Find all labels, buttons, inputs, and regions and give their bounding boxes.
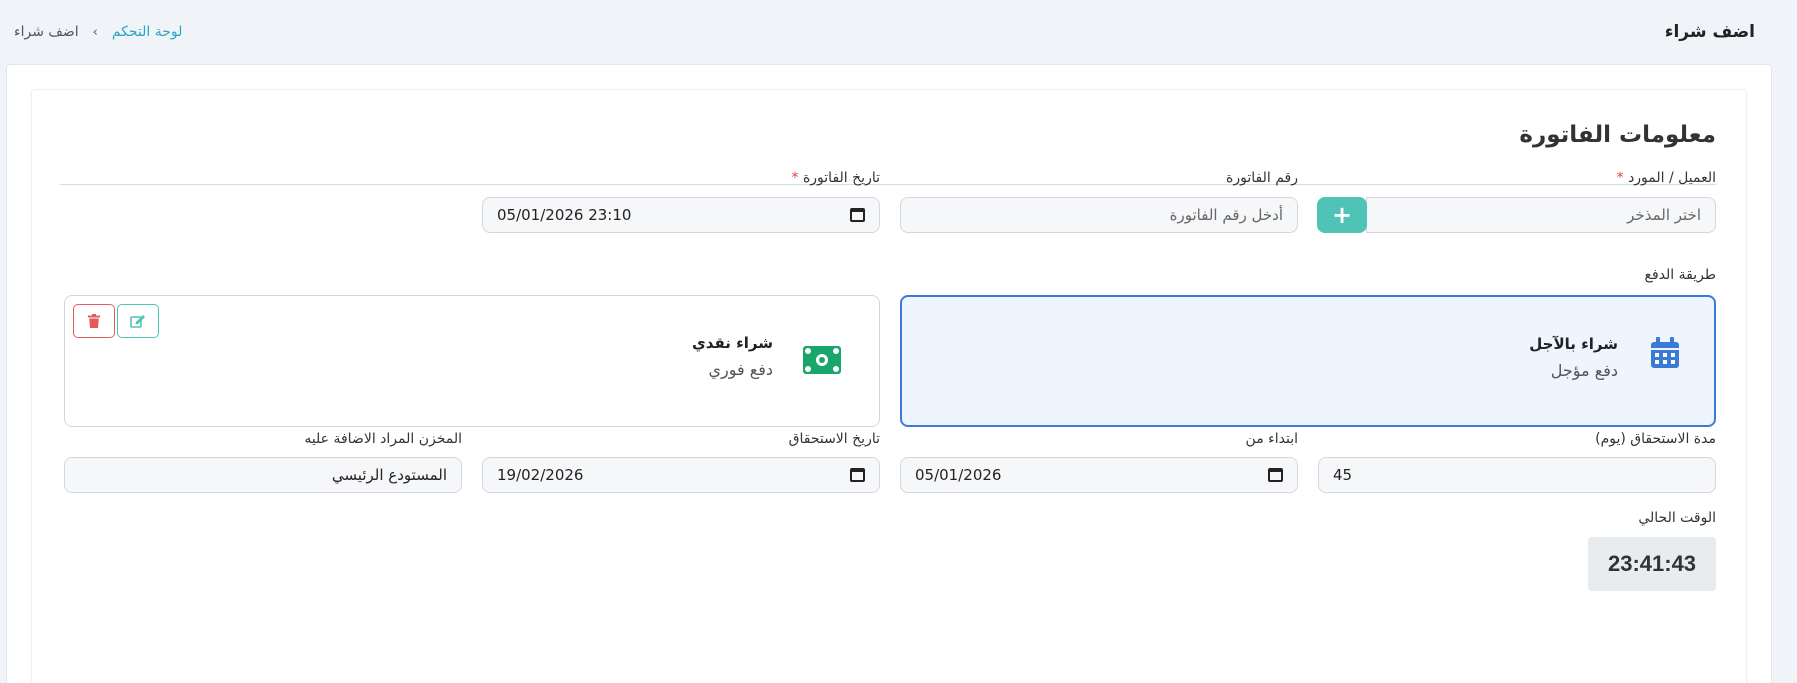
due-date-value: 19/02/2026 [497,466,584,484]
invoice-date-label-text: تاريخ الفاتورة [802,170,880,186]
edit-icon [130,315,145,328]
due-period-input[interactable]: 45 [1318,457,1716,493]
breadcrumb-current: اضف شراء [14,24,79,40]
due-date-input[interactable]: 19/02/2026 [482,457,880,493]
delete-button[interactable] [73,304,115,338]
required-mark: * [791,170,799,186]
trash-icon [88,314,100,328]
breadcrumb-home-link[interactable]: لوحة التحكم [112,24,183,40]
calendar-icon[interactable] [850,208,865,222]
invoice-number-label: رقم الفاتورة [1226,170,1298,186]
warehouse-label: المخزن المراد الاضافة عليه [304,431,462,447]
section-divider [60,184,1716,185]
due-date-label: تاريخ الاستحقاق [788,431,880,447]
start-from-value: 05/01/2026 [915,466,1002,484]
invoice-date-value: 05/01/2026 23:10 [497,206,632,224]
credit-subtitle: دفع مؤجل [1550,361,1618,380]
current-time-label: الوقت الحالي [1638,510,1716,526]
due-period-label: مدة الاستحقاق (يوم) [1595,431,1716,447]
invoice-date-input[interactable]: 05/01/2026 23:10 [482,197,880,233]
edit-button[interactable] [117,304,159,338]
payment-option-cash[interactable]: شراء نقدي دفع فوري [64,295,880,427]
customer-label: العميل / المورد * [1617,170,1716,186]
invoice-card: معلومات الفاتورة العميل / المورد * رقم ا… [31,89,1747,683]
breadcrumb: لوحة التحكم › اضف شراء [14,24,182,40]
breadcrumb-separator: › [92,24,98,40]
cash-subtitle: دفع فوري [708,360,773,379]
cash-title: شراء نقدي [692,334,773,352]
section-title: معلومات الفاتورة [1519,122,1716,148]
calendar-icon [1651,337,1679,368]
content-wrapper: معلومات الفاتورة العميل / المورد * رقم ا… [6,64,1772,683]
calendar-icon[interactable] [1268,468,1283,482]
money-bill-icon [803,346,841,374]
warehouse-select[interactable]: المستودع الرئيسي [64,457,462,493]
page-title: اضف شراء [1664,22,1755,42]
start-from-input[interactable]: 05/01/2026 [900,457,1298,493]
invoice-number-input[interactable]: أدخل رقم الفاتورة [900,197,1298,233]
payment-option-credit[interactable]: شراء بالآجل دفع مؤجل [900,295,1716,427]
top-bar: اضف شراء لوحة التحكم › اضف شراء [0,0,1797,64]
calendar-icon[interactable] [850,468,865,482]
payment-method-label: طريقة الدفع [1644,267,1716,283]
customer-label-text: العميل / المورد [1628,170,1716,186]
invoice-date-label: تاريخ الفاتورة * [792,170,881,186]
due-period-value: 45 [1333,466,1353,484]
required-mark: * [1616,170,1624,186]
start-from-label: ابتداء من [1245,431,1298,447]
credit-title: شراء بالآجل [1529,335,1618,353]
current-time-display: 23:41:43 [1588,537,1716,591]
customer-select[interactable]: اختر المذخر [1366,197,1716,233]
add-customer-button[interactable]: + [1317,197,1367,233]
